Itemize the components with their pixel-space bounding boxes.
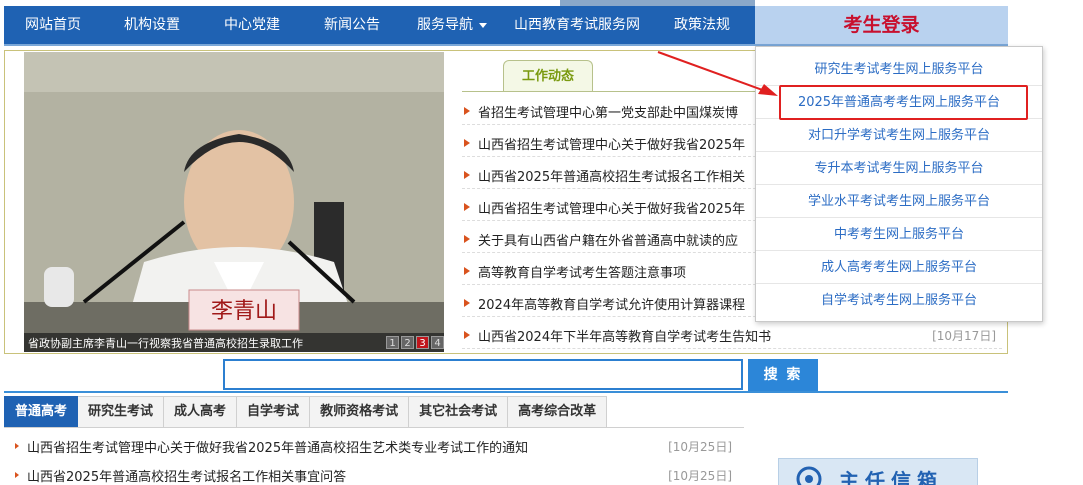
list-item[interactable]: 山西省招生考试管理中心关于做好我省2025年普通高校招生艺术类专业考试工作的通知… <box>8 433 736 459</box>
tab-adult[interactable]: 成人高考 <box>164 396 238 428</box>
photo-caption-bar: 省政协副主席李青山一行视察我省普通高校招生录取工作 1 2 3 4 <box>24 333 444 352</box>
tabs-underline <box>4 427 744 428</box>
news-title[interactable]: 山西省2025年普通高校招生考试报名工作相关 <box>478 166 745 185</box>
bullet-icon <box>464 267 470 275</box>
section-divider <box>4 391 1008 393</box>
bullet-icon <box>464 299 470 307</box>
tab-graduate[interactable]: 研究生考试 <box>78 396 165 428</box>
director-mailbox-text: 主任信箱 <box>839 469 943 485</box>
nameplate-text: 李青山 <box>211 299 277 324</box>
news-title[interactable]: 高等教育自学考试考生答题注意事项 <box>478 262 686 281</box>
menu-item-self-study[interactable]: 自学考试考生网上服务平台 <box>756 284 1042 317</box>
menu-item-proficiency-test[interactable]: 学业水平考试考生网上服务平台 <box>756 185 1042 218</box>
news-title[interactable]: 山西省2024年下半年高等教育自学考试考生告知书 <box>478 326 771 345</box>
list-item-date: [10月25日] <box>668 469 732 483</box>
slide-page-4[interactable]: 4 <box>431 336 444 349</box>
list-item-title[interactable]: 山西省2025年普通高校招生考试报名工作相关事宜问答 <box>27 466 346 485</box>
news-date: [10月17日] <box>932 329 996 343</box>
bullet-icon <box>464 139 470 147</box>
tab-work-news[interactable]: 工作动态 <box>503 60 593 92</box>
news-title[interactable]: 关于具有山西省户籍在外省普通高中就读的应 <box>478 230 738 249</box>
tab-other-exams[interactable]: 其它社会考试 <box>409 396 509 428</box>
tab-teacher-cert[interactable]: 教师资格考试 <box>310 396 410 428</box>
nav-organization[interactable]: 机构设置 <box>102 6 202 44</box>
news-photo[interactable]: 李青山 <box>24 52 444 352</box>
slide-page-1[interactable]: 1 <box>386 336 399 349</box>
photo-caption: 省政协副主席李青山一行视察我省普通高校招生录取工作 <box>28 337 303 350</box>
menu-item-graduate-exam[interactable]: 研究生考试考生网上服务平台 <box>756 53 1042 86</box>
nav-policy[interactable]: 政策法规 <box>652 6 752 44</box>
search-button[interactable]: 搜 索 <box>748 359 818 391</box>
highlight-box <box>779 85 1028 120</box>
tab-self-study[interactable]: 自学考试 <box>237 396 311 428</box>
menu-item-upgrade-exam[interactable]: 专升本考试考生网上服务平台 <box>756 152 1042 185</box>
candidate-login-button[interactable]: 考生登录 <box>755 6 1008 44</box>
slide-page-3-active[interactable]: 3 <box>416 336 429 349</box>
nav-service-guide-label: 服务导航 <box>417 17 473 33</box>
exam-category-tabs: 普通高考 研究生考试 成人高考 自学考试 教师资格考试 其它社会考试 高考综合改… <box>4 396 608 428</box>
mail-at-icon <box>796 466 822 485</box>
pointer-arrow-icon <box>657 51 778 96</box>
news-title[interactable]: 山西省招生考试管理中心关于做好我省2025年 <box>478 198 745 217</box>
slide-page-2[interactable]: 2 <box>401 336 414 349</box>
list-item-title[interactable]: 山西省招生考试管理中心关于做好我省2025年普通高校招生艺术类专业考试工作的通知 <box>27 437 528 456</box>
director-mailbox-banner[interactable]: 主任信箱 <box>778 458 978 485</box>
caret-down-icon <box>479 22 487 28</box>
list-item[interactable]: 山西省2025年普通高校招生考试报名工作相关事宜问答 [10月25日] <box>8 462 736 485</box>
menu-item-vocational-entrance[interactable]: 对口升学考试考生网上服务平台 <box>756 119 1042 152</box>
bullet-icon <box>464 203 470 211</box>
news-title[interactable]: 山西省招生考试管理中心关于做好我省2025年 <box>478 134 745 153</box>
bullet-icon <box>15 443 19 449</box>
news-item[interactable]: 山西省2024年下半年高等教育自学考试考生告知书 [10月17日] <box>462 321 1002 349</box>
bullet-icon <box>464 235 470 243</box>
tab-gaokao[interactable]: 普通高考 <box>4 396 79 428</box>
photo-illustration: 李青山 <box>24 52 444 352</box>
main-nav: 网站首页 机构设置 中心党建 新闻公告 服务导航 山西教育考试服务网 政策法规 <box>4 6 755 44</box>
menu-item-zhongkao[interactable]: 中考考生网上服务平台 <box>756 218 1042 251</box>
tab-gaokao-reform[interactable]: 高考综合改革 <box>508 396 608 428</box>
nav-party[interactable]: 中心党建 <box>202 6 302 44</box>
bullet-icon <box>464 171 470 179</box>
nav-home[interactable]: 网站首页 <box>4 6 102 44</box>
bullet-icon <box>464 107 470 115</box>
bullet-icon <box>464 331 470 339</box>
nav-news[interactable]: 新闻公告 <box>302 6 402 44</box>
list-item-date: [10月25日] <box>668 440 732 454</box>
bullet-icon <box>15 472 19 478</box>
news-title[interactable]: 2024年高等教育自学考试允许使用计算器课程 <box>478 294 745 313</box>
nav-service-guide[interactable]: 服务导航 <box>402 6 502 44</box>
menu-item-adult-exam[interactable]: 成人高考考生网上服务平台 <box>756 251 1042 284</box>
nav-exam-service-site[interactable]: 山西教育考试服务网 <box>502 6 652 44</box>
search-input[interactable] <box>223 359 743 390</box>
